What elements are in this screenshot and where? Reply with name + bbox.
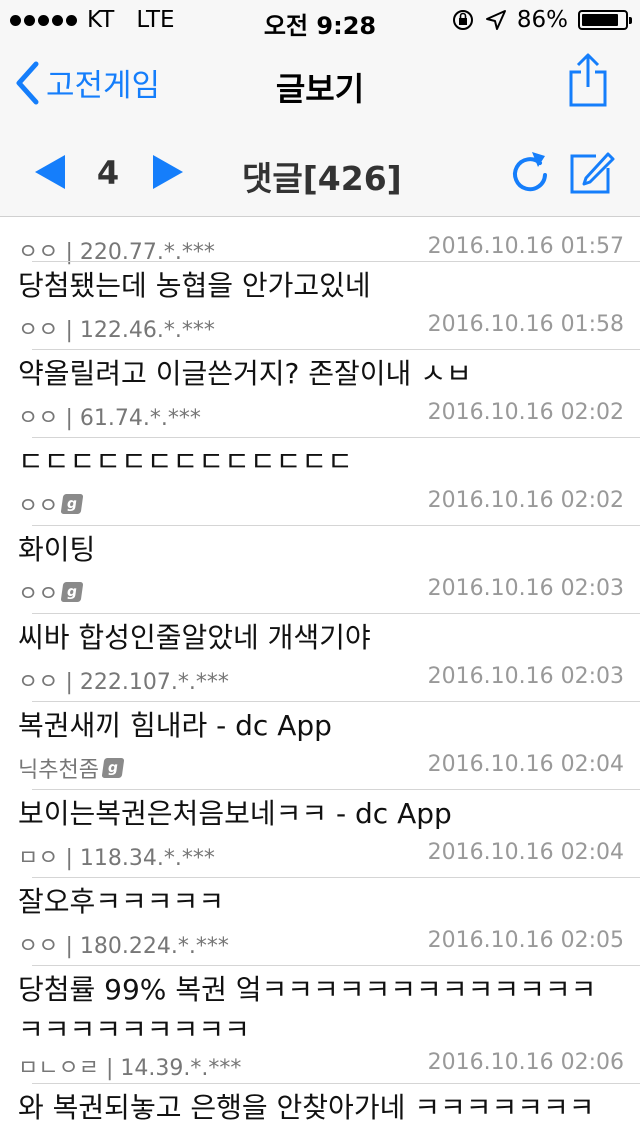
comment-text: 잘오후ㅋㅋㅋㅋㅋ	[18, 885, 225, 918]
previous-page-button[interactable]	[32, 153, 68, 195]
comment-text: 씨바 합성인줄알았네 개색기야	[18, 621, 371, 654]
comment-author: ㅇㅇ | 122.46.*.***	[18, 312, 215, 344]
share-button[interactable]	[566, 52, 610, 108]
comment-date: 2016.10.16 02:02	[427, 400, 624, 425]
location-icon	[485, 10, 506, 30]
author-name: ㅁㄴㅇㄹ | 14.39.*.***	[18, 1056, 242, 1081]
comment-text: 와 복권되놓고 은행을 안찾아가네 ㅋㅋㅋㅋㅋㅋㅋㅋㅋ	[18, 1091, 595, 1136]
comment-author: ㅇㅇ g	[18, 576, 84, 608]
comment-author: 닉추천좀 g	[18, 752, 125, 784]
comment-row[interactable]: 와 복권되놓고 은행을 안찾아가네 ㅋㅋㅋㅋㅋㅋㅋㅋㅋ	[0, 1084, 640, 1136]
rotation-lock-icon	[452, 10, 473, 30]
battery-percent: 86%	[516, 7, 568, 33]
refresh-button[interactable]	[510, 146, 552, 198]
comment-row[interactable]: 보이는복권은처음보네ㅋㅋ - dc App ㅁㅇ | 118.34.*.*** 20…	[0, 790, 640, 878]
comment-date: 2016.10.16 02:06	[427, 1050, 624, 1075]
author-name: ㅇㅇ | 122.46.*.***	[18, 318, 215, 343]
compose-icon	[570, 152, 615, 194]
comment-row[interactable]: ㄷㄷㄷㄷㄷㄷㄷㄷㄷㄷㄷㄷㄷ ㅇㅇ g 2016.10.16 02:02	[0, 438, 640, 526]
author-name: ㅇㅇ | 180.224.*.***	[18, 934, 229, 959]
compose-button[interactable]	[568, 148, 616, 200]
comment-text: 당첨됐는데 농협을 안가고있네	[18, 269, 371, 302]
comments-count-title: 댓글[426]	[242, 159, 402, 198]
comment-list[interactable]: ㅇㅇ | 220.77.*.*** 2016.10.16 01:57 당첨됐는데 농…	[0, 216, 640, 1136]
comment-date: 2016.10.16 02:04	[427, 752, 624, 777]
comment-text: 당첨률 99% 복권 엌ㅋㅋㅋㅋㅋㅋㅋㅋㅋㅋㅋㅋㅋㅋㅋㅋㅋㅋㅋㅋㅋㅋ	[18, 973, 597, 1046]
navigation-bar: 고전게임 글보기	[0, 40, 640, 128]
author-name: ㅇㅇ | 61.74.*.***	[18, 406, 201, 431]
refresh-icon	[513, 152, 547, 192]
comment-text: ㄷㄷㄷㄷㄷㄷㄷㄷㄷㄷㄷㄷㄷ	[18, 445, 353, 478]
comment-text: 약올릴려고 이글쓴거지? 존잘이내 ㅅㅂ	[18, 357, 472, 390]
author-name: 닉추천좀	[18, 758, 99, 783]
status-bar: KT LTE 오전 9:28 86%	[0, 0, 640, 40]
comment-date: 2016.10.16 01:58	[427, 312, 624, 337]
comment-text: 복권새끼 힘내라 - dc App	[18, 709, 332, 742]
status-right: 86%	[451, 7, 632, 33]
comment-date: 2016.10.16 01:57	[427, 234, 624, 259]
app-badge-icon: g	[61, 494, 84, 514]
comment-text: 보이는복권은처음보네ㅋㅋ - dc App	[18, 797, 452, 830]
comment-row[interactable]: 복권새끼 힘내라 - dc App 닉추천좀 g 2016.10.16 02:04	[0, 702, 640, 790]
triangle-right-icon	[153, 155, 183, 189]
comment-row[interactable]: ㅇㅇ | 220.77.*.*** 2016.10.16 01:57	[0, 216, 640, 265]
author-name: ㅇㅇ	[18, 582, 59, 607]
comment-date: 2016.10.16 02:03	[427, 576, 624, 601]
comment-row[interactable]: 씨바 합성인줄알았네 개색기야 ㅇㅇ | 222.107.*.*** 2016.10…	[0, 614, 640, 702]
comment-date: 2016.10.16 02:02	[427, 488, 624, 513]
comment-date: 2016.10.16 02:04	[427, 840, 624, 865]
comment-date: 2016.10.16 02:03	[427, 664, 624, 689]
app-badge-icon: g	[61, 582, 84, 602]
comment-author: ㅁㄴㅇㄹ | 14.39.*.***	[18, 1050, 241, 1082]
next-page-button[interactable]	[150, 153, 186, 195]
page-number: 4	[96, 154, 120, 192]
comment-row[interactable]: 잘오후ㅋㅋㅋㅋㅋㅇㅇ | 180.224.*.*** 2016.10.16 02:…	[0, 878, 640, 966]
share-icon	[569, 53, 607, 107]
author-name: ㅇㅇ | 222.107.*.***	[18, 670, 229, 695]
comment-author: ㅁㅇ | 118.34.*.***	[18, 840, 215, 872]
author-name: ㅇㅇ	[18, 494, 59, 519]
comment-row[interactable]: 당첨됐는데 농협을 안가고있네 ㅇㅇ | 122.46.*.*** 2016.10.…	[0, 262, 640, 350]
comment-text: 화이팅	[18, 533, 96, 566]
comment-row[interactable]: 약올릴려고 이글쓴거지? 존잘이내 ㅅㅂㅇㅇ | 61.74.*.*** 2016…	[0, 350, 640, 438]
comment-author: ㅇㅇ | 222.107.*.***	[18, 664, 229, 696]
battery-icon	[578, 10, 632, 30]
comment-author: ㅇㅇ | 180.224.*.***	[18, 928, 229, 960]
app-badge-icon: g	[101, 758, 125, 778]
page-title: 글보기	[275, 70, 365, 108]
comment-row[interactable]: 당첨률 99% 복권 엌ㅋㅋㅋㅋㅋㅋㅋㅋㅋㅋㅋㅋㅋㅋㅋㅋㅋㅋㅋㅋㅋㅋㅁㄴㅇㄹ |…	[0, 966, 640, 1084]
triangle-left-icon	[35, 155, 65, 189]
author-name: ㅁㅇ | 118.34.*.***	[18, 846, 215, 871]
comment-row[interactable]: 화이팅 ㅇㅇ g 2016.10.16 02:03	[0, 526, 640, 614]
comment-author: ㅇㅇ | 61.74.*.***	[18, 400, 201, 432]
comment-author: ㅇㅇ g	[18, 488, 84, 520]
comment-date: 2016.10.16 02:05	[427, 928, 624, 953]
